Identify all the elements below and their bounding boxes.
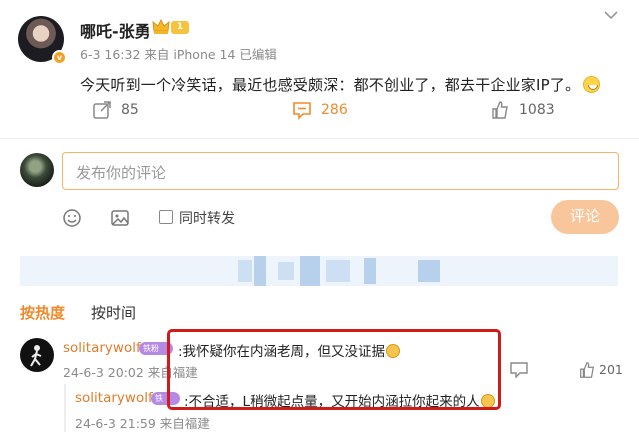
level-badge: 1 — [171, 21, 189, 34]
sort-by-time-tab[interactable]: 按时间 — [91, 302, 136, 323]
my-avatar — [20, 153, 54, 187]
comment-input-placeholder: 发布你的评论 — [76, 164, 167, 182]
author-name[interactable]: 哪吒-张勇 — [80, 18, 151, 42]
share-button[interactable]: 85 — [92, 100, 139, 120]
emoji-icon[interactable] — [62, 208, 82, 228]
post-meta: 6-3 16:32 来自 iPhone 14 已编辑 — [80, 47, 277, 62]
reply-text: :不合适，L稍微起点量，又开始内涵拉你起来的人 — [184, 390, 495, 410]
comment-button[interactable]: 286 — [292, 100, 348, 120]
divider — [0, 138, 639, 139]
comment-like-icon[interactable] — [578, 361, 596, 379]
reply-author-name[interactable]: solitarywolf — [75, 390, 153, 406]
share-icon — [93, 101, 111, 119]
verified-badge: v — [52, 50, 67, 65]
reply-thread-bar — [64, 384, 66, 432]
reply-icon[interactable] — [510, 362, 528, 378]
chevron-down-icon[interactable] — [604, 10, 618, 20]
reply-fan-badge: 铁 — [151, 392, 180, 405]
like-count: 1083 — [519, 102, 555, 118]
image-icon[interactable] — [110, 208, 130, 228]
sort-by-hot-tab[interactable]: 按热度 — [20, 302, 65, 323]
crown-icon — [152, 18, 170, 34]
commenter-avatar[interactable] — [20, 338, 54, 372]
repost-label: 同时转发 — [179, 211, 235, 227]
submit-comment-button[interactable]: 评论 — [551, 200, 619, 234]
like-button[interactable]: 1083 — [490, 100, 555, 120]
cat-emoji-icon — [386, 344, 401, 358]
repost-checkbox[interactable] — [159, 210, 173, 224]
ad-banner[interactable] — [20, 256, 618, 286]
grin-emoji-icon — [583, 76, 601, 93]
comment-icon — [293, 102, 311, 120]
like-icon — [492, 101, 508, 119]
cat-emoji-icon — [480, 394, 495, 408]
post-content: 今天听到一个冷笑话，最近也感受颇深：都不创业了，都去干企业家IP了。 — [80, 74, 601, 95]
share-count: 85 — [121, 102, 139, 118]
comment-meta: 24-6-3 20:02 来自福建 — [63, 365, 198, 380]
comment-like-count: 201 — [599, 362, 623, 377]
reply-meta: 24-6-3 21:59 来自福建 — [75, 416, 210, 431]
comment-text: :我怀疑你在内涵老周，但又没证据 — [178, 340, 401, 360]
commenter-name[interactable]: solitarywolf — [63, 340, 141, 356]
comment-count: 286 — [321, 102, 348, 118]
fan-badge: 铁粉 — [139, 342, 173, 355]
